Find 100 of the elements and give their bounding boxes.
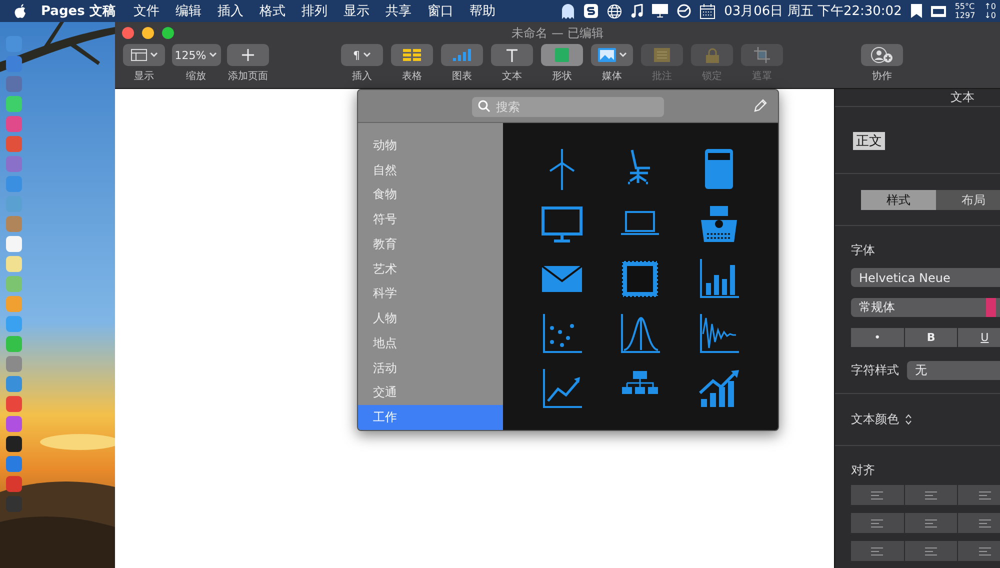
- music-note-icon[interactable]: [631, 4, 644, 18]
- font-family-field[interactable]: Helvetica Neue: [851, 268, 1000, 287]
- toolbar-label: 添加页面: [228, 70, 268, 83]
- menu-item[interactable]: 编辑: [167, 2, 210, 20]
- inspector-tab[interactable]: 布局: [936, 190, 1000, 210]
- paragraph-style-button[interactable]: 正文: [853, 132, 885, 150]
- text-color-label: 文本颜色: [851, 411, 899, 428]
- font-style-field[interactable]: 常规体: [851, 298, 1000, 317]
- note-icon: [654, 48, 670, 62]
- toolbar-button[interactable]: 125%: [172, 44, 220, 66]
- category-item[interactable]: 科学: [358, 282, 503, 306]
- image-icon: [598, 48, 616, 62]
- toolbar-button[interactable]: [227, 44, 269, 66]
- toolbar-label: 批注: [652, 70, 672, 83]
- upload-reading: ↑0: [984, 2, 996, 11]
- menu-item[interactable]: 插入: [209, 2, 252, 20]
- toolbar-label: 图表: [452, 70, 472, 83]
- pencil-icon[interactable]: [753, 98, 768, 113]
- bookmark-icon[interactable]: [910, 4, 922, 18]
- inspector-title: 文本: [950, 89, 974, 106]
- download-reading: ↓0: [984, 11, 996, 20]
- align-icon: [871, 490, 884, 500]
- menu-item[interactable]: 窗口: [419, 2, 462, 20]
- menu-item[interactable]: 显示: [335, 2, 378, 20]
- monitor-icon[interactable]: [652, 4, 668, 18]
- lock-icon: [706, 48, 718, 62]
- alignment-label: 对齐: [851, 462, 876, 479]
- fan-speed-reading: 1297: [954, 11, 976, 20]
- search-field[interactable]: 搜索: [472, 97, 664, 117]
- app-icon[interactable]: [6, 476, 22, 492]
- line-chart-icon[interactable]: [540, 366, 584, 410]
- globe-icon[interactable]: [607, 4, 622, 18]
- toolbar-label: 形状: [552, 70, 572, 83]
- align-button[interactable]: [958, 485, 1000, 505]
- align-icon: [978, 490, 991, 500]
- toolbar-label: 显示: [134, 70, 154, 83]
- minimize-button[interactable]: [142, 27, 154, 39]
- toolbar-label: 遮罩: [752, 70, 772, 83]
- text-style-button[interactable]: •: [851, 328, 904, 347]
- align-button[interactable]: [851, 485, 904, 505]
- calendar-icon[interactable]: [700, 4, 716, 18]
- menu-item[interactable]: 共享: [377, 2, 420, 20]
- char-style-field[interactable]: 无: [907, 361, 1000, 380]
- align-button[interactable]: [851, 513, 904, 533]
- layout-icon: [130, 49, 146, 61]
- align-icon: [925, 490, 937, 500]
- circle-icon[interactable]: [677, 4, 692, 18]
- toolbar-label: 锁定: [702, 70, 722, 83]
- plus-icon: [242, 49, 254, 61]
- text-icon: [506, 48, 518, 62]
- menu-item[interactable]: 帮助: [461, 2, 504, 20]
- toolbar-button[interactable]: [861, 44, 903, 66]
- menu-item[interactable]: 排列: [293, 2, 336, 20]
- align-icon: [871, 546, 884, 556]
- align-button[interactable]: [958, 541, 1000, 561]
- align-button[interactable]: [904, 485, 958, 505]
- align-icon: [978, 546, 991, 556]
- menu-item[interactable]: 文件: [125, 2, 168, 20]
- s-logo-icon[interactable]: [584, 4, 598, 18]
- square-icon: [555, 48, 569, 62]
- caret-icon: [150, 52, 158, 58]
- crop-icon: [754, 47, 770, 63]
- table-icon: [403, 49, 421, 61]
- caret-icon: [363, 52, 371, 58]
- app-icon[interactable]: [6, 436, 22, 452]
- scatter-plot-icon[interactable]: [540, 312, 584, 356]
- align-button[interactable]: [904, 513, 958, 533]
- ghost-icon[interactable]: [561, 3, 576, 19]
- align-icon: [978, 518, 991, 528]
- menu-clock[interactable]: 03月06日 周五 下午22:30:02: [724, 2, 902, 20]
- toolbar-button[interactable]: [491, 44, 533, 66]
- text-style-button[interactable]: U: [958, 328, 1000, 347]
- toolbar-label: 协作: [872, 70, 892, 83]
- toolbar-button[interactable]: [123, 44, 165, 66]
- align-icon: [925, 518, 937, 528]
- window-title: 未命名 — 已编辑: [512, 24, 604, 42]
- bell-curve-icon[interactable]: [618, 312, 662, 356]
- caret-icon: [209, 52, 218, 58]
- toolbar-label: 表格: [402, 70, 422, 83]
- bar-chart-icon: [453, 49, 471, 61]
- align-button[interactable]: [904, 541, 958, 561]
- toolbar-button[interactable]: [591, 44, 633, 66]
- align-button[interactable]: [851, 541, 904, 561]
- menu-item[interactable]: Pages 文稿: [27, 2, 126, 20]
- toolbar-button[interactable]: ¶: [341, 44, 383, 66]
- window-icon[interactable]: [930, 6, 946, 16]
- align-button[interactable]: [958, 513, 1000, 533]
- inspector-tab[interactable]: 样式: [861, 190, 936, 210]
- apple-icon[interactable]: [14, 4, 27, 18]
- temperature-reading: 55°C: [954, 2, 976, 11]
- person-plus-icon: [871, 47, 893, 63]
- zoom-button[interactable]: [162, 27, 174, 39]
- search-icon: [478, 100, 490, 112]
- stepper-icon[interactable]: [905, 414, 912, 425]
- toolbar-button[interactable]: [391, 44, 433, 66]
- menu-item[interactable]: 格式: [251, 2, 294, 20]
- text-style-button[interactable]: B: [904, 328, 958, 347]
- align-icon: [925, 546, 937, 556]
- category-item[interactable]: 工作: [358, 405, 503, 430]
- close-button[interactable]: [122, 27, 134, 39]
